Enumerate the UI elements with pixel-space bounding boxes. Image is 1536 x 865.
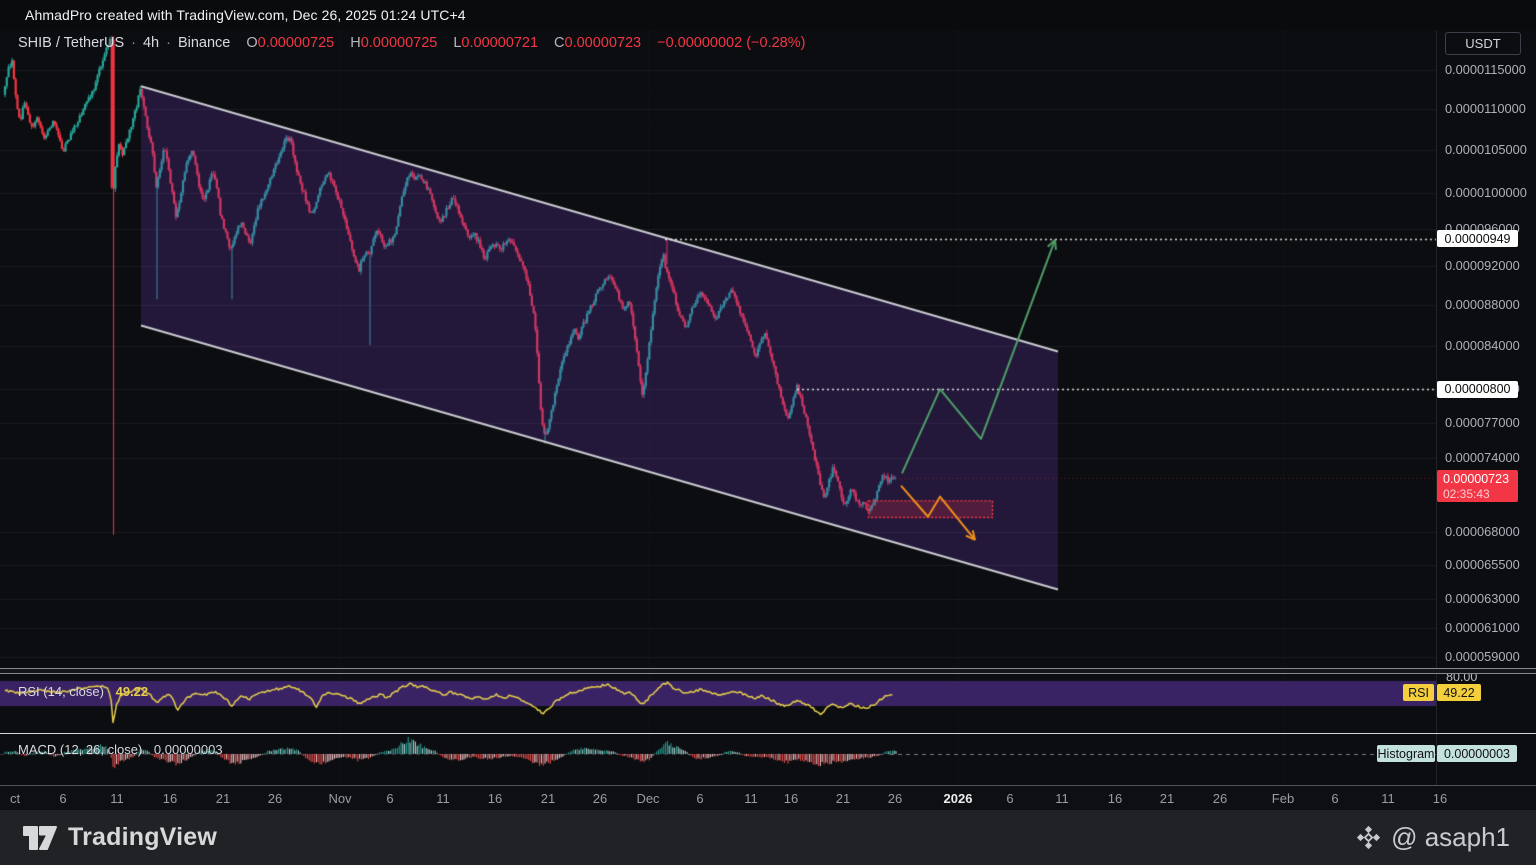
open-value: 0.00000725 xyxy=(258,35,335,51)
price-tick: 0.000059000 xyxy=(1445,650,1520,664)
time-tick: 11 xyxy=(744,791,758,806)
time-tick: 26 xyxy=(888,791,902,806)
tradingview-logo-icon xyxy=(22,824,58,852)
exchange-label: Binance xyxy=(178,35,230,51)
time-tick: Dec xyxy=(636,791,659,806)
last-price-label: 0.00000723 02:35:43 xyxy=(1437,470,1518,502)
tradingview-chart-window: AhmadPro created with TradingView.com, D… xyxy=(0,0,1536,865)
rsi-legend[interactable]: RSI (14, close) 49.22 xyxy=(18,684,148,699)
time-tick: 11 xyxy=(110,791,124,806)
price-tick: 0.000077000 xyxy=(1445,416,1520,430)
time-tick: 26 xyxy=(268,791,282,806)
time-tick: 11 xyxy=(436,791,450,806)
macd-title[interactable]: MACD (12, 26, close) xyxy=(18,742,142,757)
price-tick: 0.0000115000 xyxy=(1445,63,1526,77)
time-tick: 16 xyxy=(163,791,177,806)
price-line-label-800[interactable]: 0.00000800 xyxy=(1437,381,1518,398)
tradingview-brand-text: TradingView xyxy=(68,823,217,852)
macd-legend[interactable]: MACD (12, 26, close) 0.00000003 xyxy=(18,742,223,757)
watermark-text: @ asaph1 xyxy=(1391,822,1510,853)
interval-label[interactable]: 4h xyxy=(143,35,159,51)
time-tick: 21 xyxy=(1160,791,1174,806)
macd-histogram-badge: Histogram xyxy=(1377,745,1435,762)
separator-dot: · xyxy=(131,35,136,51)
rsi-value: 49.22 xyxy=(116,684,149,699)
price-tick: 0.0000100000 xyxy=(1445,186,1527,200)
rsi-badge: RSI xyxy=(1403,684,1434,701)
watermark: @ asaph1 xyxy=(1356,810,1510,865)
close-value: 0.00000723 xyxy=(565,35,642,51)
price-tick: 0.000068000 xyxy=(1445,525,1520,539)
tradingview-brand: TradingView xyxy=(22,823,217,852)
price-tick: 0.000063000 xyxy=(1445,592,1520,606)
close-letter: C xyxy=(554,35,564,51)
rsi-value-badge: 49.22 xyxy=(1437,684,1481,701)
time-tick: 6 xyxy=(386,791,393,806)
high-letter: H xyxy=(350,35,360,51)
time-tick: 16 xyxy=(784,791,798,806)
pane-separator[interactable] xyxy=(0,668,1536,674)
binance-icon xyxy=(1356,825,1381,850)
time-tick: Feb xyxy=(1272,791,1294,806)
price-tick: 0.000092000 xyxy=(1445,259,1520,273)
time-tick: 16 xyxy=(1433,791,1447,806)
macd-value: 0.00000003 xyxy=(154,742,223,757)
price-tick: 0.000074000 xyxy=(1445,451,1520,465)
price-tick: 0.000065500 xyxy=(1445,558,1520,572)
price-line-label-949[interactable]: 0.00000949 xyxy=(1437,230,1518,247)
time-tick: 21 xyxy=(836,791,850,806)
symbol-name[interactable]: SHIB / TetherUS xyxy=(18,35,124,51)
time-tick: 6 xyxy=(1331,791,1338,806)
rsi-title[interactable]: RSI (14, close) xyxy=(18,684,104,699)
attribution-bar: AhmadPro created with TradingView.com, D… xyxy=(0,0,1536,30)
time-tick: Nov xyxy=(328,791,351,806)
bar-countdown: 02:35:43 xyxy=(1443,487,1490,501)
time-tick: 16 xyxy=(1108,791,1122,806)
time-tick: 26 xyxy=(1213,791,1227,806)
time-tick: 11 xyxy=(1055,791,1069,806)
price-tick: 0.000061000 xyxy=(1445,621,1520,635)
change-value: −0.00000002 (−0.28%) xyxy=(657,35,805,51)
macd-value-badge: 0.00000003 xyxy=(1437,745,1517,762)
time-tick: 11 xyxy=(1381,791,1395,806)
time-tick: 6 xyxy=(59,791,66,806)
symbol-legend[interactable]: SHIB / TetherUS · 4h · Binance O0.000007… xyxy=(18,33,805,53)
pane-separator[interactable] xyxy=(0,733,1536,734)
currency-toggle-button[interactable]: USDT xyxy=(1445,32,1521,55)
time-tick: 6 xyxy=(1006,791,1013,806)
time-axis[interactable]: ct 6 11 16 21 26 Nov 6 11 16 21 26 Dec 6 11 16 21 26 2026 6… xyxy=(0,785,1536,811)
time-tick: ct xyxy=(10,791,20,806)
time-tick: 6 xyxy=(696,791,703,806)
high-value: 0.00000725 xyxy=(361,35,438,51)
price-tick: 0.000088000 xyxy=(1445,298,1520,312)
footer-bar: TradingView @ asaph1 xyxy=(0,810,1536,865)
attribution-text: AhmadPro created with TradingView.com, D… xyxy=(25,7,466,23)
low-value: 0.00000721 xyxy=(461,35,538,51)
separator-dot: · xyxy=(166,35,171,51)
price-tick: 0.000084000 xyxy=(1445,339,1520,353)
last-price-value: 0.00000723 xyxy=(1443,472,1509,487)
time-tick: 21 xyxy=(541,791,555,806)
time-tick: 16 xyxy=(488,791,502,806)
time-tick: 21 xyxy=(216,791,230,806)
price-tick: 0.0000110000 xyxy=(1445,102,1526,116)
open-letter: O xyxy=(246,35,257,51)
time-tick: 26 xyxy=(593,791,607,806)
price-tick: 0.0000105000 xyxy=(1445,143,1527,157)
time-tick: 2026 xyxy=(944,791,973,806)
